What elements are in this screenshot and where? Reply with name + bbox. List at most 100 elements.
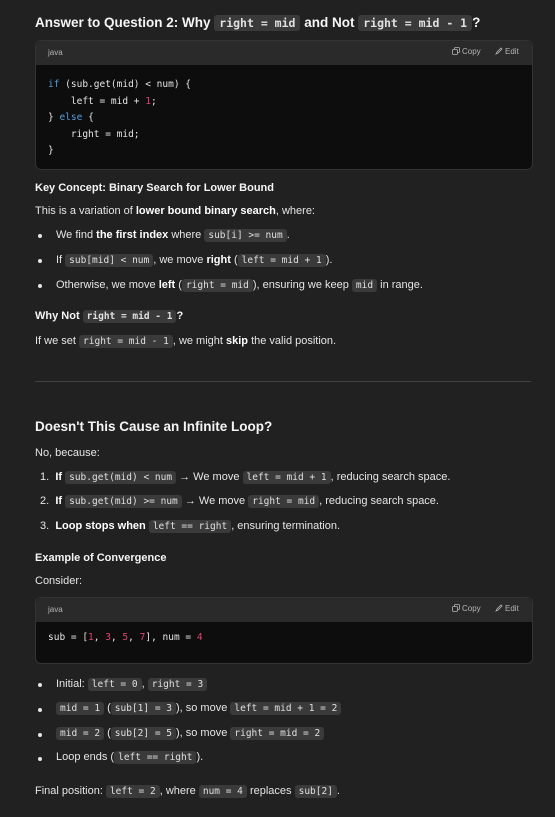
code-content: sub = [1, 3, 5, 7], num = 4 (36, 622, 532, 659)
text: replaces (246, 785, 295, 797)
text: ), ensuring we keep (252, 279, 352, 291)
inline-code: right = 3 (147, 678, 208, 691)
key-concept-heading: Key Concept: Binary Search for Lower Bou… (35, 182, 274, 194)
text: ( (175, 279, 182, 291)
bold-text: right (206, 254, 231, 266)
inline-code: right = mid = 2 (230, 727, 325, 740)
text: , where: (275, 205, 315, 217)
inline-code: sub[2] (294, 785, 337, 798)
text: , (141, 678, 148, 690)
list-item: mid = 1 (sub[1] = 3), so move left = mid… (56, 702, 342, 715)
text: This is a variation of (35, 205, 136, 217)
text: in range. (377, 279, 423, 291)
text: , we might (172, 335, 227, 347)
text: , we move (153, 254, 207, 266)
inline-code: left = 0 (87, 678, 142, 691)
list-number: 1. (40, 471, 50, 483)
bold-text: Loop stops when (55, 520, 146, 532)
inline-code: right = mid - 1 (82, 310, 177, 323)
text: , reducing search space. (319, 495, 439, 507)
final-position-paragraph: Final position: left = 2, where num = 4 … (35, 785, 340, 798)
text: Final position: (35, 785, 106, 797)
code-block-header: java Copy Edit (36, 598, 532, 622)
text: ( (104, 702, 111, 714)
bold-text: If (55, 471, 63, 483)
list-item: We find the first index where sub[i] >= … (56, 229, 290, 242)
code-content: if (sub.get(mid) < num) { left = mid + 1… (36, 65, 532, 172)
heading-text: and Not (304, 15, 355, 30)
list-item: Loop ends (left == right). (56, 751, 204, 764)
heading-text: Answer to Question 2: Why (35, 15, 211, 30)
code-keyword: if (48, 79, 60, 90)
inline-code: left = mid + 1 (237, 254, 326, 267)
text: ), so move (175, 727, 231, 739)
list-item: Initial: left = 0, right = 3 (56, 678, 208, 691)
text: , reducing search space. (330, 471, 451, 483)
code-text: (sub.get(mid) < num) { (59, 79, 192, 90)
text: . (336, 785, 340, 797)
inline-code: sub.get(mid) < num (65, 471, 177, 484)
code-line: } else { (48, 112, 94, 123)
text: . (286, 229, 290, 241)
code-keyword: else (59, 112, 83, 123)
code-text: { (82, 112, 94, 123)
text: We find (56, 229, 97, 241)
edit-icon (495, 47, 503, 55)
text: If (56, 254, 66, 266)
text: where (168, 229, 205, 241)
text: ( (104, 727, 111, 739)
inline-code: right = mid (181, 279, 253, 292)
text: ( (230, 254, 238, 266)
bold-text: skip (226, 335, 249, 347)
text: If we set (35, 335, 80, 347)
text: Initial: (56, 678, 88, 690)
why-not-paragraph: If we set right = mid - 1, we might skip… (35, 335, 337, 348)
inline-code: right = mid - 1 (79, 335, 173, 348)
list-number: 2. (40, 495, 50, 507)
text: Otherwise, we move (56, 279, 159, 291)
divider (35, 381, 531, 382)
inline-code: right = mid - 1 (358, 15, 473, 31)
edit-icon (495, 604, 503, 612)
bullet-dot (38, 284, 42, 288)
inline-code: mid = 1 (56, 702, 105, 715)
text: ). (196, 751, 204, 763)
edit-button[interactable]: Edit (495, 604, 519, 613)
edit-button[interactable]: Edit (495, 47, 519, 56)
text: the valid position. (248, 335, 337, 347)
ordered-list-item: 1. If sub.get(mid) < num → We move left … (40, 471, 451, 484)
code-text: } (48, 112, 60, 123)
code-line: right = mid; (48, 129, 140, 140)
code-language-label: java (48, 48, 63, 57)
text: ? (176, 310, 184, 322)
inline-code: left == right (148, 520, 232, 533)
code-text: , (128, 632, 140, 643)
bullet-dot (38, 733, 42, 737)
code-text: , (110, 632, 123, 643)
code-line: if (sub.get(mid) < num) { (48, 79, 191, 90)
bullet-dot (38, 683, 42, 687)
copy-icon (452, 604, 460, 612)
code-text: right = mid; (48, 128, 140, 140)
text: Why Not (35, 310, 80, 322)
bold-text: the first index (96, 229, 169, 241)
copy-label: Copy (462, 47, 481, 56)
inline-code: right = mid (214, 15, 301, 31)
inline-code: sub[2] = 5 (110, 727, 176, 740)
list-item: Otherwise, we move left (right = mid), e… (56, 279, 423, 292)
copy-button[interactable]: Copy (452, 604, 481, 613)
list-item: If sub[mid] < num, we move right (left =… (56, 254, 333, 267)
inline-code: sub[mid] < num (65, 254, 154, 267)
inline-code: left == right (114, 751, 197, 764)
inline-code: sub[i] >= num (204, 229, 287, 242)
copy-button[interactable]: Copy (452, 47, 481, 56)
inline-code: left = mid + 1 = 2 (230, 702, 342, 715)
code-line: } (48, 145, 54, 156)
text: ), so move (175, 702, 231, 714)
copy-label: Copy (462, 604, 481, 613)
code-block: java Copy Edit sub = [1, 3, 5, 7], num =… (35, 597, 533, 664)
ordered-list-item: 3. Loop stops when left == right, ensuri… (40, 520, 340, 533)
text: ). (325, 254, 333, 266)
bold-text: If (55, 495, 63, 507)
text: , where (159, 785, 199, 797)
